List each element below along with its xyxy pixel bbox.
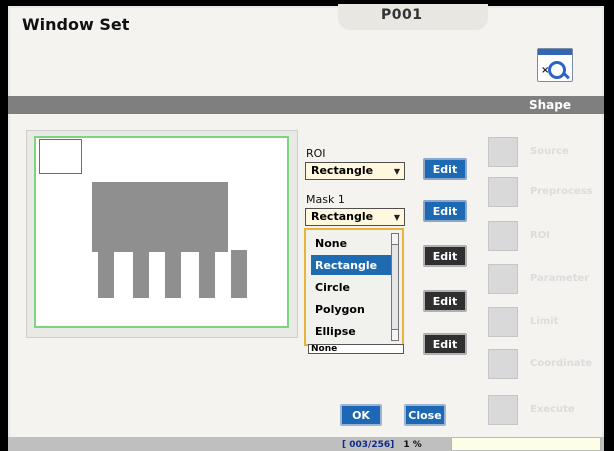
roi-shape-select[interactable]: Rectangle ▼ — [305, 162, 405, 180]
parameter-icon — [488, 264, 518, 294]
part-finger — [231, 250, 247, 298]
sidebar-item-label: Parameter — [530, 273, 590, 284]
roi-label: ROI — [306, 147, 326, 160]
mask2-edit-button[interactable]: Edit — [423, 245, 467, 267]
shape-header-bar — [8, 96, 604, 114]
mask1-edit-button[interactable]: Edit — [423, 200, 467, 222]
sidebar-item-label: Source — [530, 146, 569, 157]
scroll-down-icon[interactable] — [392, 329, 398, 340]
sidebar-item-preprocess[interactable]: Preprocess — [488, 177, 600, 211]
part-finger — [133, 250, 149, 298]
sidebar-item-parameter[interactable]: Parameter — [488, 264, 600, 298]
sidebar-item-label: Limit — [530, 316, 559, 327]
status-count: [ 003/256] — [342, 440, 395, 450]
page-number: P001 — [381, 7, 423, 23]
chevron-down-icon: ▼ — [393, 213, 400, 222]
status-message-box — [451, 437, 601, 451]
chevron-down-icon: ▼ — [393, 167, 400, 176]
sidebar-item-execute[interactable]: Execute — [488, 395, 600, 429]
dropdown-option-circle[interactable]: Circle — [311, 277, 395, 297]
mask1-shape-select[interactable]: Rectangle ▼ — [305, 208, 405, 226]
dropdown-option-polygon[interactable]: Polygon — [311, 299, 395, 319]
part-finger — [98, 250, 114, 298]
close-button[interactable]: Close — [404, 404, 446, 426]
mask4-edit-button[interactable]: Edit — [423, 333, 467, 355]
preprocess-icon — [488, 177, 518, 207]
roi-icon — [488, 221, 518, 251]
dropdown-option-rectangle[interactable]: Rectangle — [311, 255, 395, 275]
roi-edit-button[interactable]: Edit — [423, 158, 467, 180]
part-finger — [199, 250, 215, 298]
sidebar-item-label: Coordinate — [530, 358, 593, 369]
mask-shape-select-partial[interactable]: None — [308, 344, 404, 354]
shape-dropdown-list[interactable]: None Rectangle Circle Polygon Ellipse — [304, 228, 404, 346]
ok-button[interactable]: OK — [340, 404, 382, 426]
scroll-up-icon[interactable] — [392, 234, 398, 245]
roi-rectangle[interactable] — [39, 139, 82, 174]
coordinate-icon — [488, 349, 518, 379]
sidebar-item-coordinate[interactable]: Coordinate — [488, 349, 600, 383]
sidebar-item-label: Preprocess — [530, 186, 593, 197]
roi-shape-value: Rectangle — [311, 164, 374, 177]
mask1-label: Mask 1 — [306, 193, 345, 206]
sidebar-item-limit[interactable]: Limit — [488, 307, 600, 341]
image-settings-icon[interactable]: × — [537, 48, 573, 82]
dropdown-option-none[interactable]: None — [311, 233, 395, 253]
execute-icon — [488, 395, 518, 425]
shape-header-label: Shape — [529, 98, 572, 112]
sidebar-item-roi[interactable]: ROI — [488, 221, 600, 255]
dropdown-option-ellipse[interactable]: Ellipse — [311, 321, 395, 341]
status-percent: 1 % — [403, 440, 422, 450]
dropdown-scrollbar[interactable] — [391, 233, 399, 341]
limit-icon — [488, 307, 518, 337]
sidebar-item-label: Execute — [530, 404, 575, 415]
screen: P001 Window Set × Shape ROI Rectangle ▼ … — [0, 0, 614, 451]
sidebar-item-label: ROI — [530, 230, 550, 241]
status-counter: [ 003/256] 1 % — [342, 440, 422, 450]
window-title: Window Set — [22, 15, 130, 34]
mask3-edit-button[interactable]: Edit — [423, 290, 467, 312]
part-body — [92, 182, 228, 252]
part-finger — [165, 250, 181, 298]
source-icon — [488, 137, 518, 167]
mask1-shape-value: Rectangle — [311, 210, 374, 223]
sidebar-item-source[interactable]: Source — [488, 137, 600, 171]
